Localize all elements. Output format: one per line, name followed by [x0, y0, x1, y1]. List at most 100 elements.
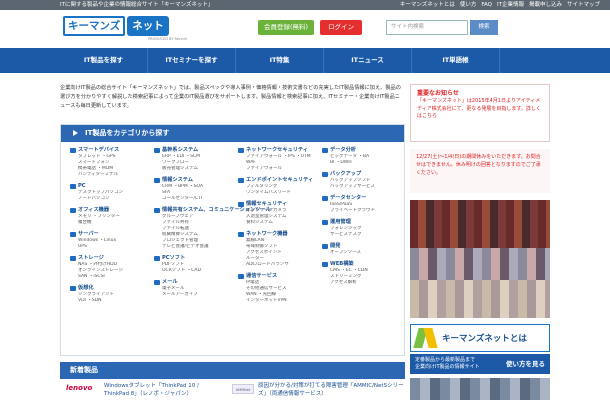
- top-link-howto[interactable]: 使い方: [460, 0, 477, 10]
- category-group: 通信サービス IP電話 その他通信サービス WAN ・光回線 インターネットVPN: [237, 273, 313, 304]
- blurred-ad-image[interactable]: [410, 248, 550, 280]
- category-group: 情報システム CRM ・BPM ・SOA SFA コールセンター/CTI: [153, 177, 229, 202]
- top-link-faq[interactable]: FAQ: [481, 0, 492, 10]
- new-product-item[interactable]: 原因が分かる/対策が打てる障害管理「AMMIC/NetSシリーズ」（両通信情報サ…: [258, 382, 408, 398]
- category-link[interactable]: SAN ・iSCSI: [69, 274, 145, 280]
- top-bar: ITに関する製品や企業の情報総合サイト「キーマンズネット」 キーマンズネットとは…: [0, 0, 610, 10]
- category-title[interactable]: ネットワークセキュリティ: [237, 147, 313, 154]
- category-link[interactable]: UPS: [69, 244, 145, 250]
- category-link[interactable]: ファイアウォール: [237, 166, 313, 172]
- register-button[interactable]: 会員登録(無料): [258, 20, 314, 35]
- category-link[interactable]: VDI ・SDN: [69, 298, 145, 304]
- category-group: 基幹系システム ERP ・EDI ・SCM ワークフロー 販売管理システム: [153, 147, 229, 172]
- new-product-item[interactable]: Windowsタブレット「ThinkPad 10 / ThinkPad 8」（レ…: [104, 382, 200, 398]
- banner-sub1: 定番製品から最新製品まで: [415, 357, 476, 363]
- category-title[interactable]: 仮想化: [69, 285, 145, 292]
- blurred-ad-image[interactable]: [410, 200, 550, 250]
- category-title[interactable]: エンドポイントセキュリティ: [237, 177, 313, 184]
- category-title[interactable]: 開発: [321, 243, 397, 250]
- about-banner-title: キーマンズネットとは: [442, 334, 527, 344]
- category-link[interactable]: ノートパソコン: [69, 196, 145, 202]
- search-input[interactable]: サイト内検索: [386, 20, 468, 35]
- category-title[interactable]: WEB構築: [321, 261, 397, 268]
- category-group: 運用管理 フォレンジック サービスデスク: [321, 219, 397, 238]
- category-group: データ分析 ビッグデータ ・BA BI ・DWH: [321, 147, 397, 166]
- category-link[interactable]: オープンソース: [321, 250, 397, 256]
- category-group: WEB構築 CMS ・EC ・CDN ストリーミング アクセス解析: [321, 261, 397, 286]
- category-link[interactable]: ワンタイムパスワード: [237, 190, 313, 196]
- nav-features[interactable]: IT特集: [236, 48, 324, 73]
- category-link[interactable]: テレビ会議/ビデオ会議: [153, 244, 229, 250]
- category-title[interactable]: 通信サービス: [237, 273, 313, 280]
- category-group: ネットワーク機器 無線LAN 帯域制御ソフト アクセスポイント ルーター ADC/ロードバ…: [237, 231, 313, 268]
- category-link[interactable]: アクセス解析: [321, 280, 397, 286]
- category-link[interactable]: バックアップサービス: [321, 184, 397, 190]
- category-link[interactable]: 複合機: [69, 220, 145, 226]
- category-title[interactable]: 情報セキュリティ: [237, 201, 313, 208]
- intro-text: 企業向けIT製品の総合サイト「キーマンズネット」では、製品スペックや導入事例・価…: [60, 85, 401, 109]
- top-link-company[interactable]: IT企業情報: [497, 0, 524, 10]
- nav-products[interactable]: IT製品を探す: [60, 48, 148, 73]
- search-button[interactable]: 検索: [470, 20, 498, 35]
- about-banner[interactable]: キーマンズネットとは: [410, 324, 550, 352]
- category-title[interactable]: 情報システム: [153, 177, 229, 184]
- category-link[interactable]: 販売管理システム: [153, 166, 229, 172]
- category-link[interactable]: ADC/ロードバランサ: [237, 262, 313, 268]
- category-link[interactable]: プライベートクラウド: [321, 208, 397, 214]
- category-title[interactable]: ネットワーク機器: [237, 231, 313, 238]
- beginner-mark-icon: [414, 326, 438, 350]
- login-button[interactable]: ログイン: [320, 20, 362, 35]
- category-header: IT製品をカテゴリから探す: [61, 125, 404, 142]
- category-title[interactable]: オフィス機器: [69, 207, 145, 214]
- category-link[interactable]: ハンディターミナル: [69, 172, 145, 178]
- category-link[interactable]: 食料システム: [237, 220, 313, 226]
- top-link-advertise[interactable]: 掲載申し込み: [529, 0, 562, 10]
- blurred-ad-image[interactable]: [410, 280, 550, 318]
- notice-title: 重要なお知らせ: [417, 90, 459, 97]
- produced-by: PRODUCED BY Recruit: [148, 37, 187, 41]
- category-group: メール 電子メール メールアーカイブ: [153, 279, 229, 298]
- category-title[interactable]: サーバー: [69, 231, 145, 238]
- nav-news[interactable]: ITニュース: [324, 48, 412, 73]
- site-tagline: ITに関する製品や企業の情報総合サイト「キーマンズネット」: [60, 2, 214, 8]
- category-title[interactable]: スマートデバイス: [69, 147, 145, 154]
- category-title[interactable]: 情報共有システム、コミュニケーションツール: [153, 207, 271, 214]
- category-group: オフィス機器 メモリ ・プリンター 複合機: [69, 207, 145, 226]
- category-group: スマートデバイス タブレット ・GPS スマートフォン 携帯電話 ・MDM ハンディター…: [69, 147, 145, 178]
- category-title[interactable]: PCソフト: [153, 255, 229, 262]
- category-title[interactable]: PC: [69, 183, 145, 190]
- category-link[interactable]: メールアーカイブ: [153, 292, 229, 298]
- holiday-notice: 12/27(土)〜1/4(日)の期間休みをいただきます。お問合せはできません。休…: [410, 149, 550, 193]
- top-link-sitemap[interactable]: サイトマップ: [567, 0, 600, 10]
- top-link-about[interactable]: キーマンズネットとは: [400, 0, 455, 10]
- category-link[interactable]: BI ・DWH: [321, 160, 397, 166]
- about-banner-sub[interactable]: 定番製品から最新製品まで 企業向けIT製品の情報サイト 使い方を見る: [410, 354, 550, 374]
- category-title[interactable]: データセンター: [321, 195, 397, 202]
- category-group: バックアップ バックアップソフト バックアップサービス: [321, 171, 397, 190]
- category-group: サーバー Windows ・Linux UPS: [69, 231, 145, 250]
- category-title[interactable]: 運用管理: [321, 219, 397, 226]
- category-link[interactable]: コールセンター/CTI: [153, 196, 229, 202]
- category-title[interactable]: バックアップ: [321, 171, 397, 178]
- category-group: エンドポイントセキュリティ フィルタリング ワンタイムパスワード: [237, 177, 313, 196]
- nav-seminars[interactable]: ITセミナーを探す: [148, 48, 236, 73]
- category-link[interactable]: OCRソフト ・CAD: [153, 268, 229, 274]
- category-title[interactable]: メール: [153, 279, 229, 286]
- category-title[interactable]: 基幹系システム: [153, 147, 229, 154]
- category-title[interactable]: データ分析: [321, 147, 397, 154]
- category-group: データセンター IaaS/PaaS プライベートクラウド: [321, 195, 397, 214]
- nav-glossary[interactable]: IT単語帳: [412, 48, 500, 73]
- category-link[interactable]: インターネットVPN: [237, 298, 313, 304]
- category-title[interactable]: ストレージ: [69, 255, 145, 262]
- ammnet-logo: AMMNet: [232, 384, 254, 394]
- page: ITに関する製品や企業の情報総合サイト「キーマンズネット」 キーマンズネットとは…: [0, 0, 610, 400]
- category-link[interactable]: サービスデスク: [321, 232, 397, 238]
- holiday-body: 12/27(土)〜1/4(日)の期間休みをいただきます。お問合せはできません。休…: [416, 154, 541, 176]
- category-group: 開発 オープンソース: [321, 243, 397, 256]
- blurred-ad-image[interactable]: [410, 378, 550, 400]
- howto-link[interactable]: 使い方を見る: [506, 357, 545, 371]
- notice-body[interactable]: 「キーマンズネット」は2015年4月1日よりアイティメディア株式会社にて、更なる…: [417, 98, 543, 121]
- category-group: 仮想化 シンクライアント VDI ・SDN: [69, 285, 145, 304]
- site-logo[interactable]: キーマンズ ネット: [63, 14, 188, 37]
- top-links: キーマンズネットとは 使い方 FAQ IT企業情報 掲載申し込み サイトマップ: [400, 0, 600, 10]
